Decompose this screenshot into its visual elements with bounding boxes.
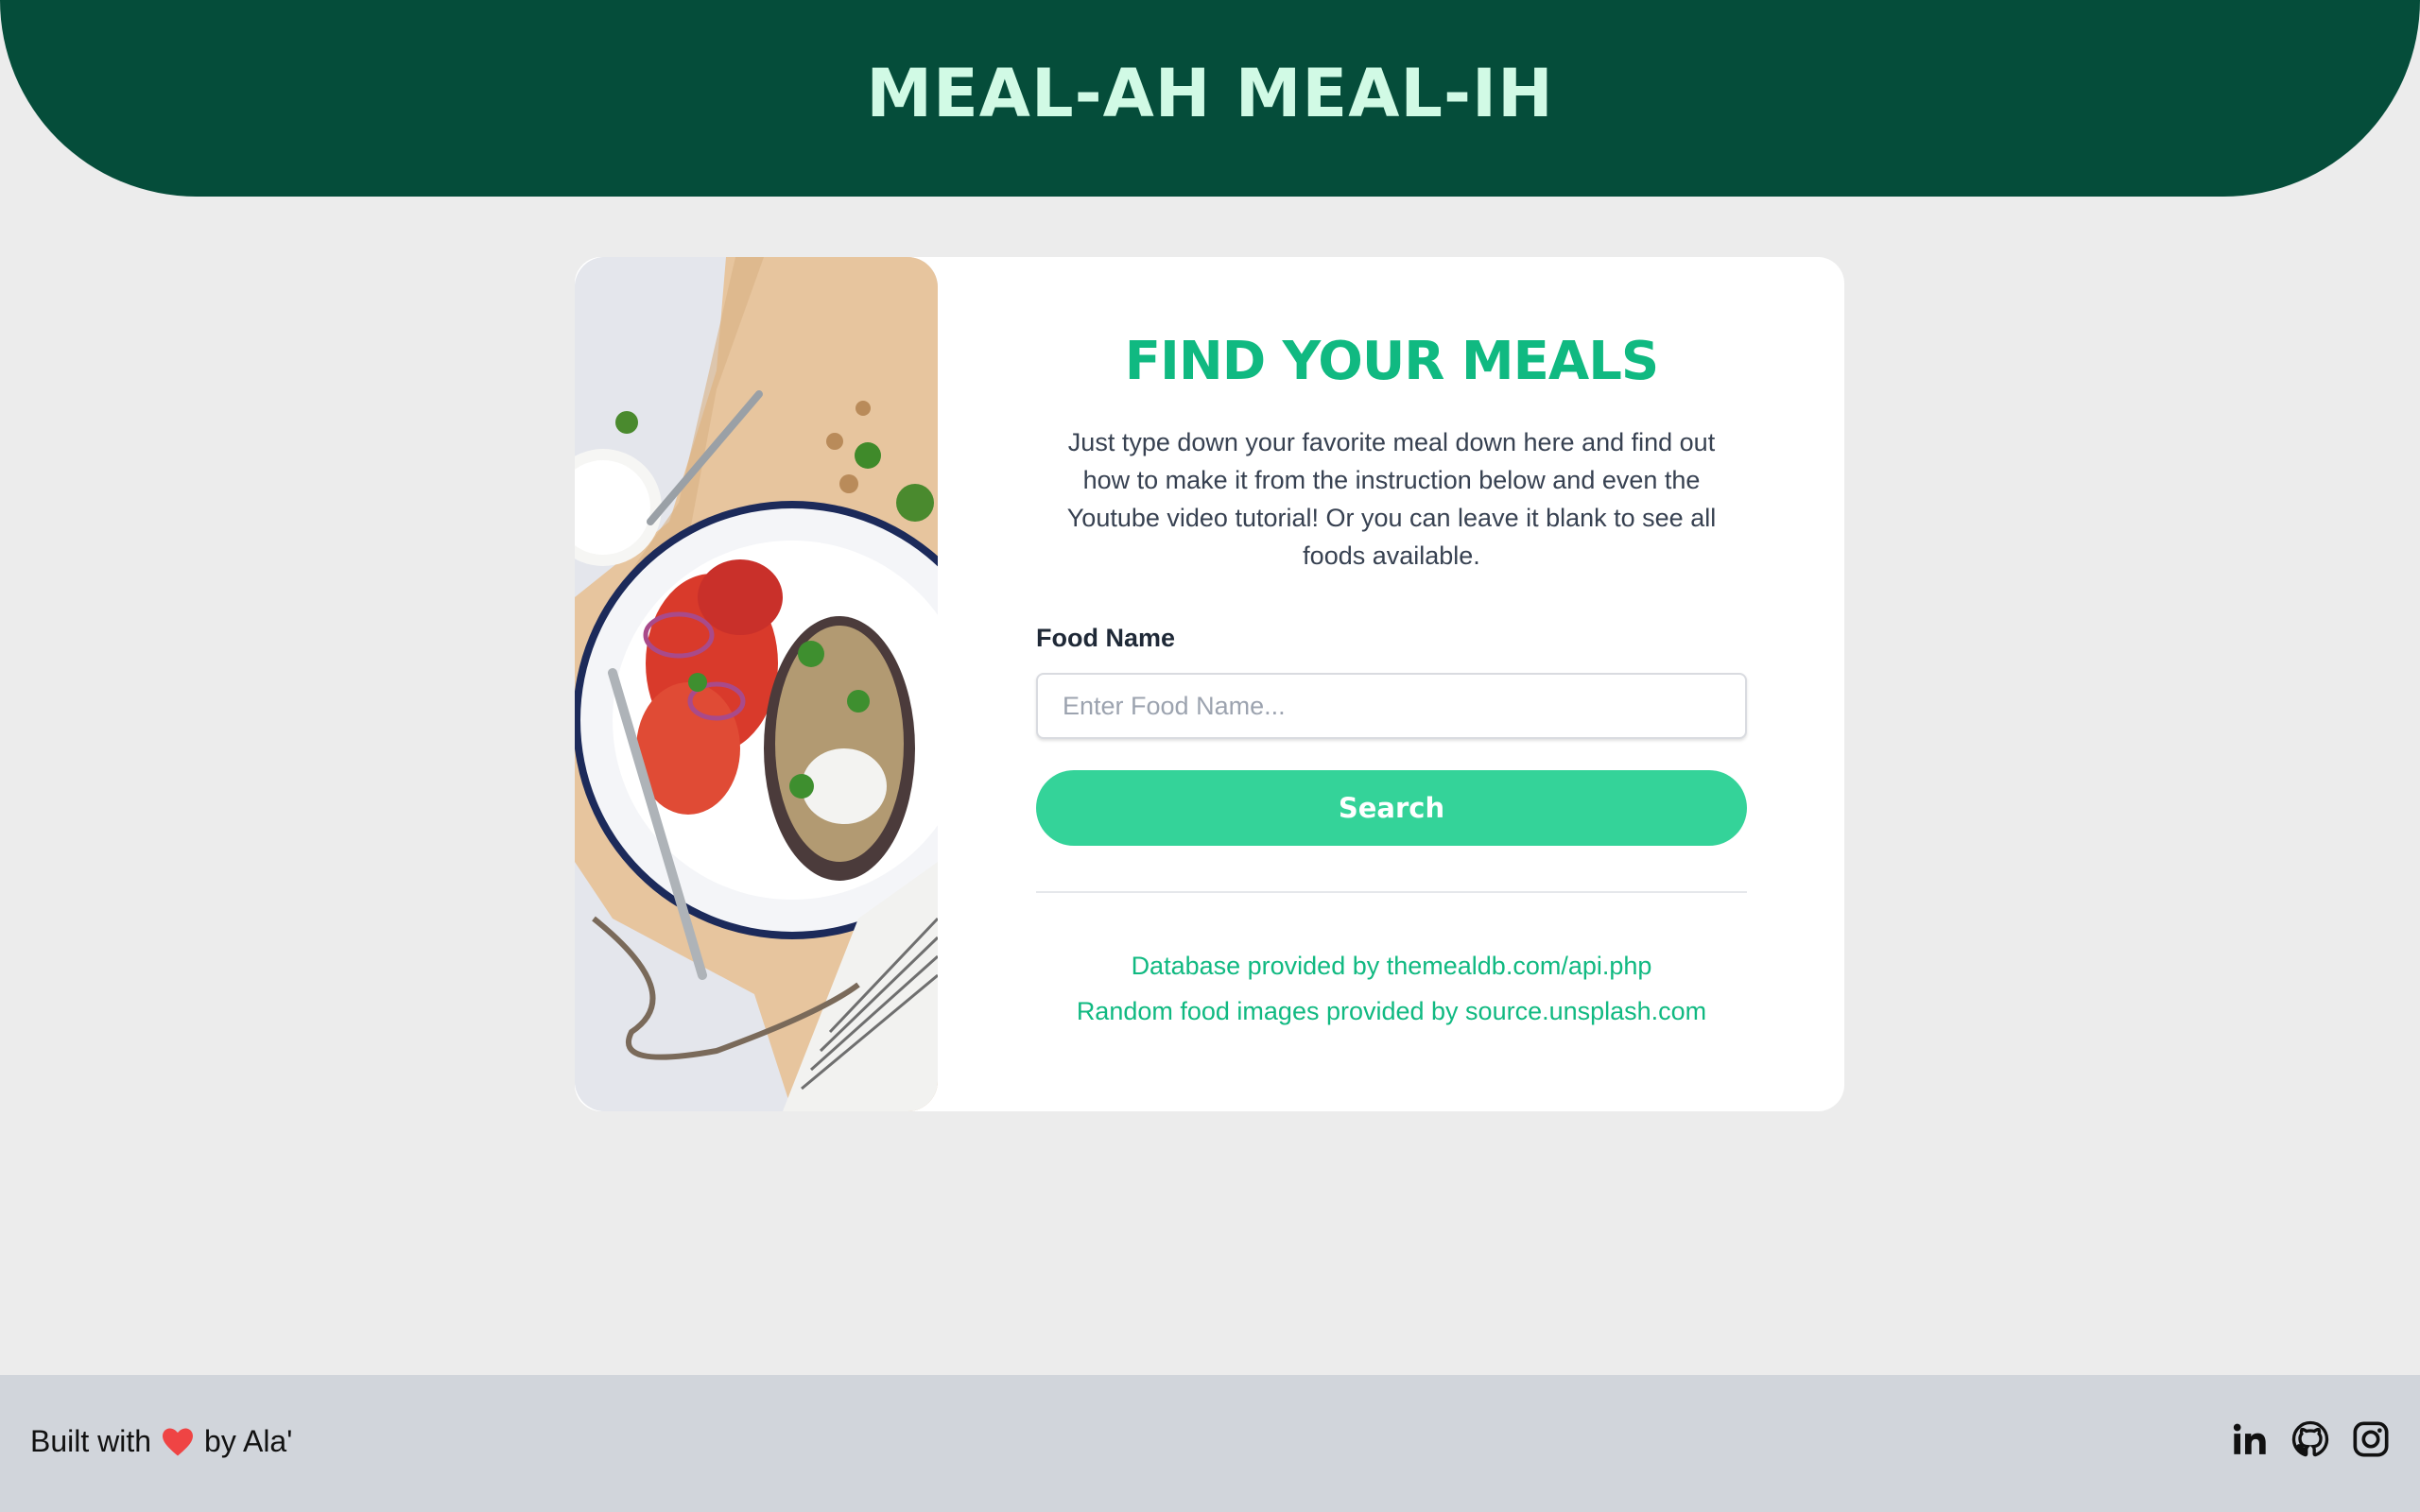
site-header: MEAL-AH MEAL-IH: [0, 0, 2420, 197]
description: Just type down your favorite meal down h…: [1036, 423, 1747, 575]
heart-icon: [163, 1427, 194, 1456]
built-with-suffix: by Ala': [204, 1424, 293, 1458]
divider: [1036, 891, 1747, 893]
credit-database: Database provided by themealdb.com/api.p…: [1131, 952, 1652, 980]
search-button[interactable]: Search: [1036, 770, 1747, 846]
built-with-prefix: Built with: [30, 1424, 152, 1458]
credits: Database provided by themealdb.com/api.p…: [1036, 943, 1747, 1034]
github-icon[interactable]: [2291, 1420, 2329, 1458]
food-image: [575, 257, 938, 1111]
description-line: Youtube video tutorial! Or you can leave…: [1066, 504, 1717, 532]
social-links: [2231, 1420, 2390, 1458]
food-name-label: Food Name: [1036, 624, 1176, 652]
instagram-icon[interactable]: [2352, 1420, 2390, 1458]
food-name-input[interactable]: [1036, 673, 1747, 739]
description-line: how to make it from the instruction belo…: [1082, 466, 1701, 494]
site-footer: Built with by Ala': [0, 1375, 2420, 1512]
linkedin-icon[interactable]: [2231, 1420, 2269, 1458]
description-line: Just type down your favorite meal down h…: [1067, 428, 1716, 456]
built-with: Built with by Ala': [30, 1424, 292, 1459]
card-heading: FIND YOUR MEALS: [1124, 331, 1660, 392]
description-line: foods available.: [1303, 541, 1480, 570]
search-card: FIND YOUR MEALS Just type down your favo…: [575, 257, 1844, 1111]
credit-images: Random food images provided by source.un…: [1076, 997, 1707, 1025]
site-title: MEAL-AH MEAL-IH: [866, 55, 1554, 132]
search-panel: FIND YOUR MEALS Just type down your favo…: [1036, 257, 1747, 1111]
